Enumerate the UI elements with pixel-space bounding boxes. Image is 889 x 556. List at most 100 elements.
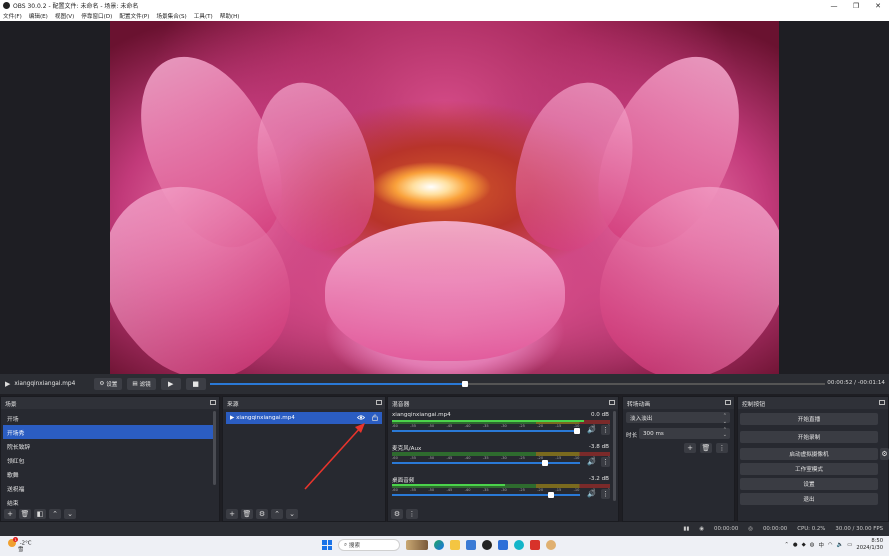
scene-list: 开场 开场秀 院长致辞 领红包 歌舞 送祝福 结束 <box>3 411 214 509</box>
taskbar-search[interactable]: ⌕ 搜索 <box>338 539 400 551</box>
scene-item[interactable]: 送祝福 <box>3 481 214 495</box>
move-source-up-button[interactable]: ⌃ <box>271 509 283 519</box>
edge-icon[interactable] <box>434 540 444 550</box>
start-virtual-camera-button[interactable]: 启动虚拟摄像机 <box>740 448 878 460</box>
tray-app-icon[interactable]: ◆ <box>802 542 806 548</box>
add-transition-button[interactable]: + <box>684 443 696 453</box>
speaker-icon[interactable]: 🔊 <box>587 490 596 498</box>
undock-icon[interactable] <box>376 400 382 405</box>
seek-slider[interactable] <box>210 381 825 387</box>
channel-menu-button[interactable]: ⋮ <box>601 425 610 435</box>
exit-button[interactable]: 退出 <box>740 493 878 505</box>
volume-thumb[interactable] <box>542 460 549 466</box>
virtual-camera-settings-button[interactable]: ⚙ <box>880 448 889 460</box>
lock-icon[interactable] <box>372 414 378 421</box>
studio-mode-button[interactable]: 工作室模式 <box>740 463 878 475</box>
file-explorer-icon[interactable] <box>450 540 460 550</box>
widget-thumbnail-icon[interactable] <box>406 540 428 550</box>
undock-icon[interactable] <box>725 400 731 405</box>
app-icon-blue[interactable] <box>498 540 508 550</box>
volume-slider[interactable] <box>392 492 580 498</box>
remove-transition-button[interactable]: 🗑 <box>700 443 712 453</box>
remove-source-button[interactable]: 🗑 <box>241 509 253 519</box>
menu-tools[interactable]: 工具(T) <box>194 12 213 20</box>
volume-icon[interactable]: 🔈 <box>837 542 844 548</box>
sources-toolbar: + 🗑 ⚙ ⌃ ⌄ <box>223 507 385 521</box>
menu-docks[interactable]: 停靠窗口(D) <box>81 12 112 20</box>
tray-app-icon[interactable]: ● <box>793 542 798 548</box>
advanced-audio-button[interactable]: ⚙ <box>391 509 403 519</box>
mixer-channel: 桌面音频 -3.2 dB -60 -55 -50 -45 -40 -35 -30 -25 -20… <box>391 476 611 506</box>
transition-menu-button[interactable]: ⋮ <box>716 443 728 453</box>
duration-spinbox[interactable]: 300 ms ⌃ ⌄ <box>639 428 730 439</box>
clock-date: 2024/1/30 <box>856 545 883 551</box>
store-icon[interactable] <box>466 540 476 550</box>
chevron-up-icon[interactable]: ⌃ <box>784 542 789 548</box>
mixer-scrollbar[interactable] <box>613 411 616 501</box>
seek-thumb[interactable] <box>462 381 469 387</box>
scene-item[interactable]: 院长致辞 <box>3 439 214 453</box>
scene-item[interactable]: 歌舞 <box>3 467 214 481</box>
scene-filters-button[interactable]: ◧ <box>34 509 46 519</box>
move-source-down-button[interactable]: ⌄ <box>286 509 298 519</box>
add-scene-button[interactable]: + <box>4 509 16 519</box>
scene-list-scrollbar[interactable] <box>213 411 216 485</box>
speaker-icon[interactable]: 🔊 <box>587 426 596 434</box>
source-properties-button[interactable]: ⚙ <box>256 509 268 519</box>
volume-slider[interactable] <box>392 428 580 434</box>
menu-profile[interactable]: 配置文件(P) <box>119 12 149 20</box>
mixer-menu-button[interactable]: ⋮ <box>406 509 418 519</box>
scale-tick: -30 <box>500 488 507 492</box>
volume-slider[interactable] <box>392 460 580 466</box>
remove-scene-button[interactable]: 🗑 <box>19 509 31 519</box>
windows-start-icon[interactable] <box>322 540 332 550</box>
wps-icon[interactable] <box>530 540 540 550</box>
media-settings-button[interactable]: ⚙ 设置 <box>94 378 123 390</box>
undock-icon[interactable] <box>210 400 216 405</box>
undock-icon[interactable] <box>879 400 885 405</box>
obs-taskbar-icon[interactable] <box>482 540 492 550</box>
scene-item-active[interactable]: 开场秀 <box>3 425 214 439</box>
scene-item[interactable]: 开场 <box>3 411 214 425</box>
wifi-icon[interactable]: ◠ <box>828 542 833 548</box>
minimize-button[interactable]: — <box>823 0 845 11</box>
volume-thumb[interactable] <box>574 428 580 434</box>
scale-tick: -60 <box>392 424 398 428</box>
eye-icon[interactable] <box>357 414 365 421</box>
stream-time: 00:00:00 <box>714 526 739 532</box>
ime-indicator[interactable]: 中 <box>818 541 823 549</box>
app-icon-person[interactable] <box>546 540 556 550</box>
preview-area[interactable] <box>0 21 889 374</box>
transition-select[interactable]: 淡入淡出 ⌃ ⌄ <box>626 412 730 425</box>
menu-help[interactable]: 帮助(H) <box>220 12 240 20</box>
settings-button[interactable]: 设置 <box>740 478 878 490</box>
play-button[interactable]: ▶ <box>160 378 181 390</box>
taskbar-clock[interactable]: 8:50 2024/1/30 <box>856 538 883 552</box>
maximize-button[interactable]: ❐ <box>845 0 867 11</box>
volume-thumb[interactable] <box>547 492 554 498</box>
media-filters-button[interactable]: ▤ 滤镜 <box>127 378 156 390</box>
start-recording-button[interactable]: 开始录制 <box>740 431 878 443</box>
scene-item[interactable]: 领红包 <box>3 453 214 467</box>
tray-app-icon[interactable]: ◍ <box>810 542 815 548</box>
menu-view[interactable]: 视图(V) <box>55 12 74 20</box>
start-streaming-button[interactable]: 开始直播 <box>740 413 878 425</box>
move-scene-up-button[interactable]: ⌃ <box>49 509 61 519</box>
stop-button[interactable]: ■ <box>185 378 206 390</box>
spinner-arrows-icon[interactable]: ⌃ ⌄ <box>723 428 727 438</box>
channel-menu-button[interactable]: ⋮ <box>601 489 610 499</box>
add-source-button[interactable]: + <box>226 509 238 519</box>
battery-icon[interactable]: ▭ <box>847 542 852 548</box>
move-scene-down-button[interactable]: ⌄ <box>64 509 76 519</box>
scale-tick: -50 <box>428 424 435 428</box>
close-button[interactable]: ✕ <box>867 0 889 11</box>
app-icon-cyan[interactable] <box>514 540 524 550</box>
menu-scene-collection[interactable]: 场景集合(S) <box>156 12 186 20</box>
menu-file[interactable]: 文件(F) <box>3 12 22 20</box>
menu-edit[interactable]: 编辑(E) <box>29 12 48 20</box>
weather-widget[interactable]: 1 -2°C 雪 <box>8 537 32 553</box>
undock-icon[interactable] <box>609 400 615 405</box>
preview-canvas-flower-video[interactable] <box>110 21 779 374</box>
channel-menu-button[interactable]: ⋮ <box>601 457 610 467</box>
speaker-icon[interactable]: 🔊 <box>587 458 596 466</box>
